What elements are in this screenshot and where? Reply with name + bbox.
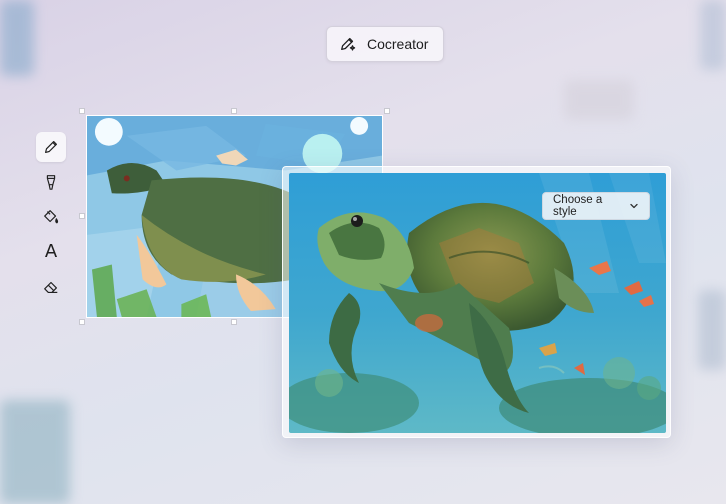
resize-handle[interactable] bbox=[79, 319, 85, 325]
eraser-tool-button[interactable] bbox=[36, 272, 66, 302]
background-thumbnail bbox=[698, 290, 726, 370]
style-dropdown[interactable]: Choose a style bbox=[542, 192, 650, 220]
background-thumbnail bbox=[0, 400, 70, 504]
resize-handle[interactable] bbox=[231, 108, 237, 114]
background-thumbnail bbox=[700, 0, 726, 70]
text-icon: A bbox=[44, 241, 58, 262]
cocreator-label: Cocreator bbox=[367, 36, 429, 52]
text-tool-button[interactable]: A bbox=[36, 237, 66, 267]
fill-tool-button[interactable] bbox=[36, 202, 66, 232]
resize-handle[interactable] bbox=[79, 213, 85, 219]
resize-handle[interactable] bbox=[231, 319, 237, 325]
pen-tool-button[interactable] bbox=[36, 132, 66, 162]
eraser-icon bbox=[44, 281, 58, 293]
cocreator-pen-sparkle-icon bbox=[341, 37, 356, 51]
chevron-down-icon bbox=[630, 203, 638, 209]
paint-bucket-icon bbox=[44, 210, 59, 224]
style-dropdown-label: Choose a style bbox=[553, 194, 603, 218]
background-thumbnail bbox=[564, 80, 634, 120]
resize-handle[interactable] bbox=[384, 108, 390, 114]
pen-icon bbox=[45, 141, 57, 153]
generated-image-card: Choose a style bbox=[282, 166, 671, 438]
generated-image[interactable]: Choose a style bbox=[289, 173, 666, 433]
resize-handle[interactable] bbox=[79, 108, 85, 114]
brush-tool-button[interactable] bbox=[36, 167, 66, 197]
cocreator-button[interactable]: Cocreator bbox=[326, 26, 444, 62]
drawing-toolbar: A bbox=[36, 132, 68, 307]
background-thumbnail bbox=[0, 0, 34, 76]
brush-icon bbox=[46, 175, 56, 190]
